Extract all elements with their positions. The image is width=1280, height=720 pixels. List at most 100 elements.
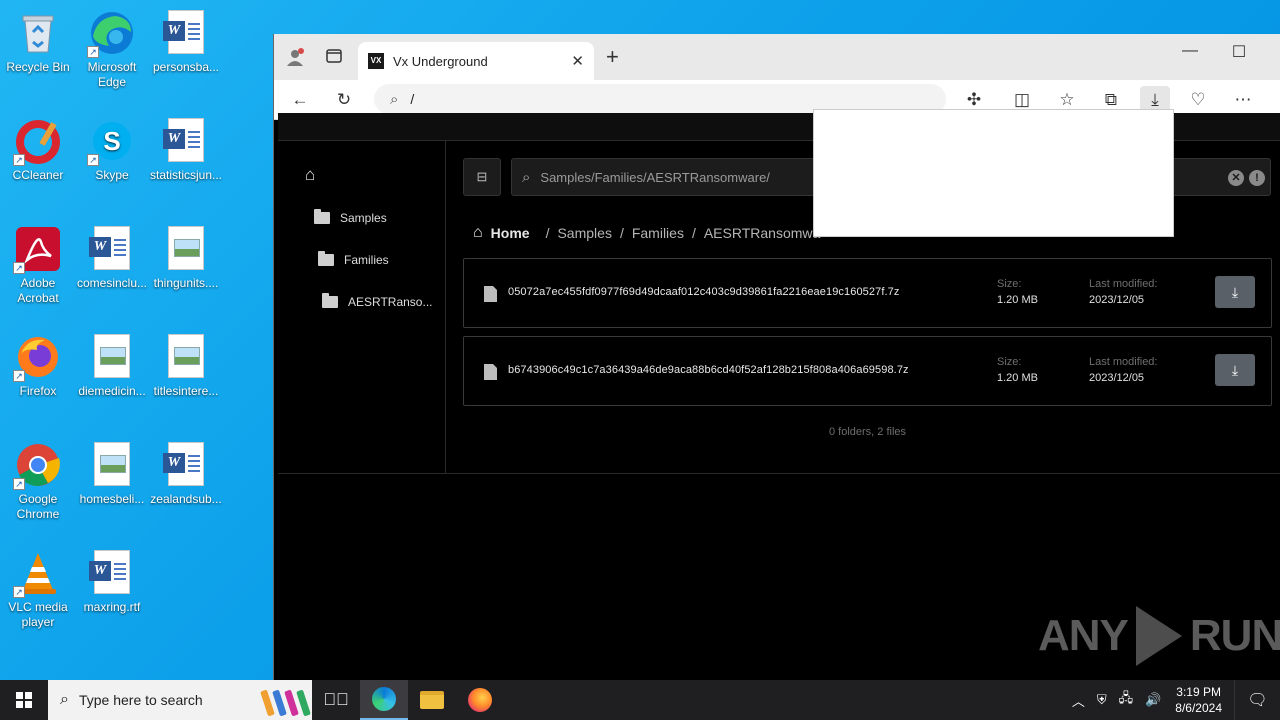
- info-icon[interactable]: !: [1249, 170, 1265, 186]
- volume-icon[interactable]: 🔊: [1145, 692, 1161, 708]
- desktop-icon-skype[interactable]: S ↗ Skype: [74, 114, 150, 183]
- system-tray: ︿ ⛨ 🖧 🔊 3:19 PM 8/6/2024 🗨: [1066, 680, 1280, 720]
- desktop-icon-ccleaner[interactable]: ↗ CCleaner: [0, 114, 76, 183]
- notifications-icon[interactable]: 🗨: [1234, 680, 1280, 720]
- sidebar-home[interactable]: ⌂: [305, 165, 315, 185]
- task-view-icon[interactable]: ▯⃞: [312, 680, 360, 720]
- browser-tab[interactable]: VX Vx Underground ✕: [358, 42, 594, 80]
- breadcrumb-home[interactable]: ⌂ Home: [473, 224, 530, 242]
- word-doc-icon: W: [163, 118, 209, 164]
- taskbar-search-placeholder: Type here to search: [78, 692, 203, 708]
- show-hidden-icons-icon[interactable]: ︿: [1072, 691, 1085, 710]
- sidebar-item-label: Samples: [340, 211, 387, 225]
- home-icon: ⌂: [305, 165, 316, 184]
- close-tab-icon[interactable]: ✕: [571, 52, 584, 70]
- download-icon: ⤓: [1231, 362, 1239, 378]
- maximize-icon[interactable]: ☐: [1216, 42, 1262, 62]
- start-button[interactable]: [0, 680, 48, 720]
- taskbar: ⌕ Type here to search ▯⃞ ︿ ⛨ 🖧 🔊 3:19 PM…: [0, 680, 1280, 720]
- refresh-icon[interactable]: ↻: [332, 88, 356, 112]
- word-doc-icon: W: [89, 226, 135, 272]
- file-icon: [484, 286, 497, 302]
- taskbar-file-explorer-button[interactable]: [408, 680, 456, 720]
- download-icon: ⤓: [1231, 284, 1239, 300]
- divider: [278, 473, 1280, 474]
- more-menu-icon[interactable]: ⋯: [1231, 88, 1255, 112]
- desktop-icon-firefox[interactable]: ↗ Firefox: [0, 330, 76, 399]
- browser-essentials-icon[interactable]: ♡: [1186, 88, 1210, 112]
- desktop-icon-thingunits[interactable]: thingunits....: [148, 222, 224, 291]
- breadcrumb-samples[interactable]: Samples: [557, 225, 611, 241]
- svg-text:S: S: [103, 126, 120, 156]
- desktop-icon-comesinclu[interactable]: W comesinclu...: [74, 222, 150, 291]
- acrobat-icon: ↗: [13, 226, 61, 274]
- downloads-flyout[interactable]: [813, 109, 1174, 237]
- security-icon[interactable]: ⛨: [1097, 692, 1107, 708]
- sidebar-item-aesrtransomware[interactable]: AESRTRanso...: [322, 293, 432, 309]
- search-value: Samples/Families/AESRTRansomware/: [540, 169, 770, 185]
- edge-icon: [372, 687, 396, 711]
- sidebar: ⌂ Samples Families AESRTRanso...: [278, 141, 446, 473]
- play-logo-icon: [1135, 606, 1182, 666]
- recycle-bin-icon: [15, 10, 61, 56]
- clock-time: 3:19 PM: [1176, 685, 1221, 699]
- back-icon[interactable]: ←: [288, 88, 312, 112]
- profile-icon[interactable]: [286, 48, 304, 71]
- folder-icon: [314, 209, 330, 224]
- new-tab-icon[interactable]: +: [606, 44, 619, 70]
- file-icon: [484, 364, 497, 380]
- minimize-icon[interactable]: —: [1167, 42, 1213, 60]
- sidebar-item-families[interactable]: Families: [318, 251, 389, 267]
- download-button[interactable]: ⤓: [1215, 276, 1255, 308]
- image-file-icon: [89, 334, 135, 380]
- desktop-icon-microsoft-edge[interactable]: ↗ Microsoft Edge: [74, 6, 150, 90]
- network-icon[interactable]: 🖧: [1119, 689, 1134, 711]
- filter-button[interactable]: ⊟: [463, 158, 501, 196]
- desktop-icon-diemedicin[interactable]: diemedicin...: [74, 330, 150, 399]
- image-file-icon: [89, 442, 135, 488]
- skype-icon: S ↗: [87, 118, 135, 166]
- file-name[interactable]: 05072a7ec455fdf0977f69d49dcaaf012c403c9d…: [508, 286, 899, 298]
- close-window-icon[interactable]: ✕: [1262, 42, 1280, 62]
- image-file-icon: [163, 226, 209, 272]
- modified-label: Last modified:: [1089, 356, 1158, 368]
- desktop-icon-titlesintere[interactable]: titlesintere...: [148, 330, 224, 399]
- taskbar-firefox-button[interactable]: [456, 680, 504, 720]
- ccleaner-icon: ↗: [13, 118, 61, 166]
- breadcrumb-families[interactable]: Families: [632, 225, 684, 241]
- desktop-icon-zealandsub[interactable]: W zealandsub...: [148, 438, 224, 507]
- desktop-icon-google-chrome[interactable]: ↗ Google Chrome: [0, 438, 76, 522]
- clear-search-icon[interactable]: ✕: [1228, 170, 1244, 186]
- search-highlight-brushes-icon[interactable]: [252, 680, 312, 720]
- taskbar-search-box[interactable]: ⌕ Type here to search: [48, 680, 252, 720]
- word-doc-icon: W: [163, 10, 209, 56]
- file-row[interactable]: b6743906c49c1c7a36439a46de9aca88b6cd40f5…: [463, 336, 1272, 406]
- tab-title: Vx Underground: [393, 53, 488, 69]
- breadcrumb-aesrtransomware[interactable]: AESRTRansomwa: [704, 225, 820, 241]
- file-explorer-icon: [420, 691, 444, 709]
- sidebar-item-samples[interactable]: Samples: [314, 209, 387, 225]
- download-button[interactable]: ⤓: [1215, 354, 1255, 386]
- word-doc-icon: W: [163, 442, 209, 488]
- clock[interactable]: 3:19 PM 8/6/2024: [1175, 684, 1222, 716]
- modified-label: Last modified:: [1089, 278, 1158, 290]
- home-icon: ⌂: [473, 224, 483, 241]
- file-name[interactable]: b6743906c49c1c7a36439a46de9aca88b6cd40f5…: [508, 364, 909, 376]
- desktop-icon-maxring[interactable]: W maxring.rtf: [74, 546, 150, 615]
- file-row[interactable]: 05072a7ec455fdf0977f69d49dcaaf012c403c9d…: [463, 258, 1272, 328]
- search-icon: ⌕: [60, 691, 69, 708]
- desktop-icon-adobe-acrobat[interactable]: ↗ Adobe Acrobat: [0, 222, 76, 306]
- desktop-icon-statisticsjun[interactable]: W statisticsjun...: [148, 114, 224, 183]
- desktop-icon-recycle-bin[interactable]: Recycle Bin: [0, 6, 76, 75]
- desktop-icon-personsba[interactable]: W personsba...: [148, 6, 224, 75]
- desktop-icon-vlc[interactable]: ↗ VLC media player: [0, 546, 76, 630]
- breadcrumb: ⌂ Home / Samples / Families / AESRTRanso…: [473, 224, 821, 242]
- vx-favicon-icon: VX: [368, 53, 384, 69]
- browser-titlebar: VX Vx Underground ✕ + — ☐ ✕: [274, 34, 1280, 80]
- anyrun-watermark: ANY RUN: [1038, 606, 1280, 666]
- tab-actions-icon[interactable]: [326, 48, 342, 69]
- filter-icon: ⊟: [476, 169, 488, 184]
- desktop-icon-homesbeli[interactable]: homesbeli...: [74, 438, 150, 507]
- file-size: 1.20 MB: [997, 294, 1038, 306]
- taskbar-edge-button[interactable]: [360, 680, 408, 720]
